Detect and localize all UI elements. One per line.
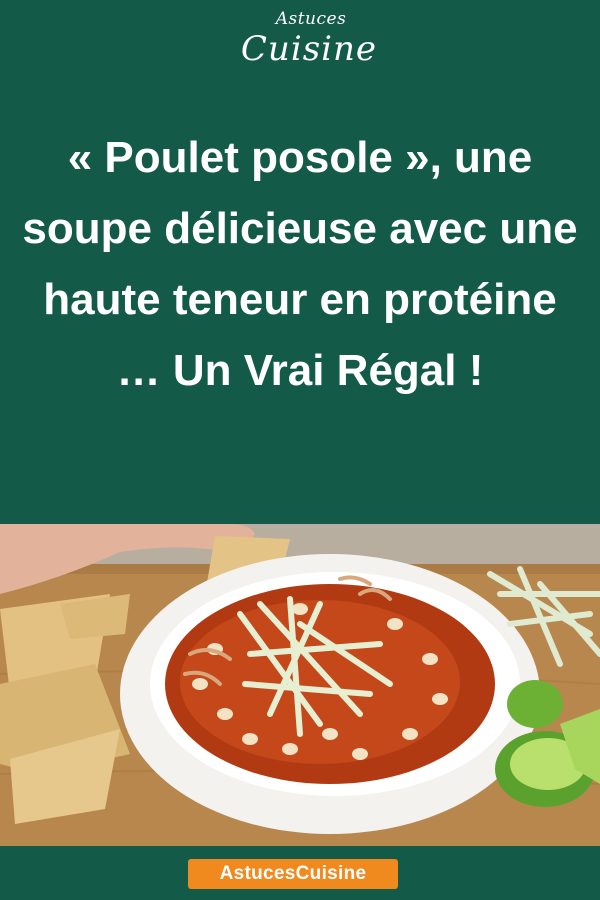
brand-logo: Astuces Cuisine (0, 8, 600, 88)
pin-card: Astuces Cuisine « Poulet posole », une s… (0, 0, 600, 900)
article-title: « Poulet posole », une soupe délicieuse … (22, 133, 578, 395)
logo-line-cuisine: Cuisine (240, 29, 378, 69)
soup-photo-illustration (0, 524, 600, 846)
logo-line-astuces: Astuces (275, 9, 347, 29)
brand-footer-badge[interactable]: AstucesCuisine (188, 859, 398, 889)
soup-photo (0, 524, 600, 846)
